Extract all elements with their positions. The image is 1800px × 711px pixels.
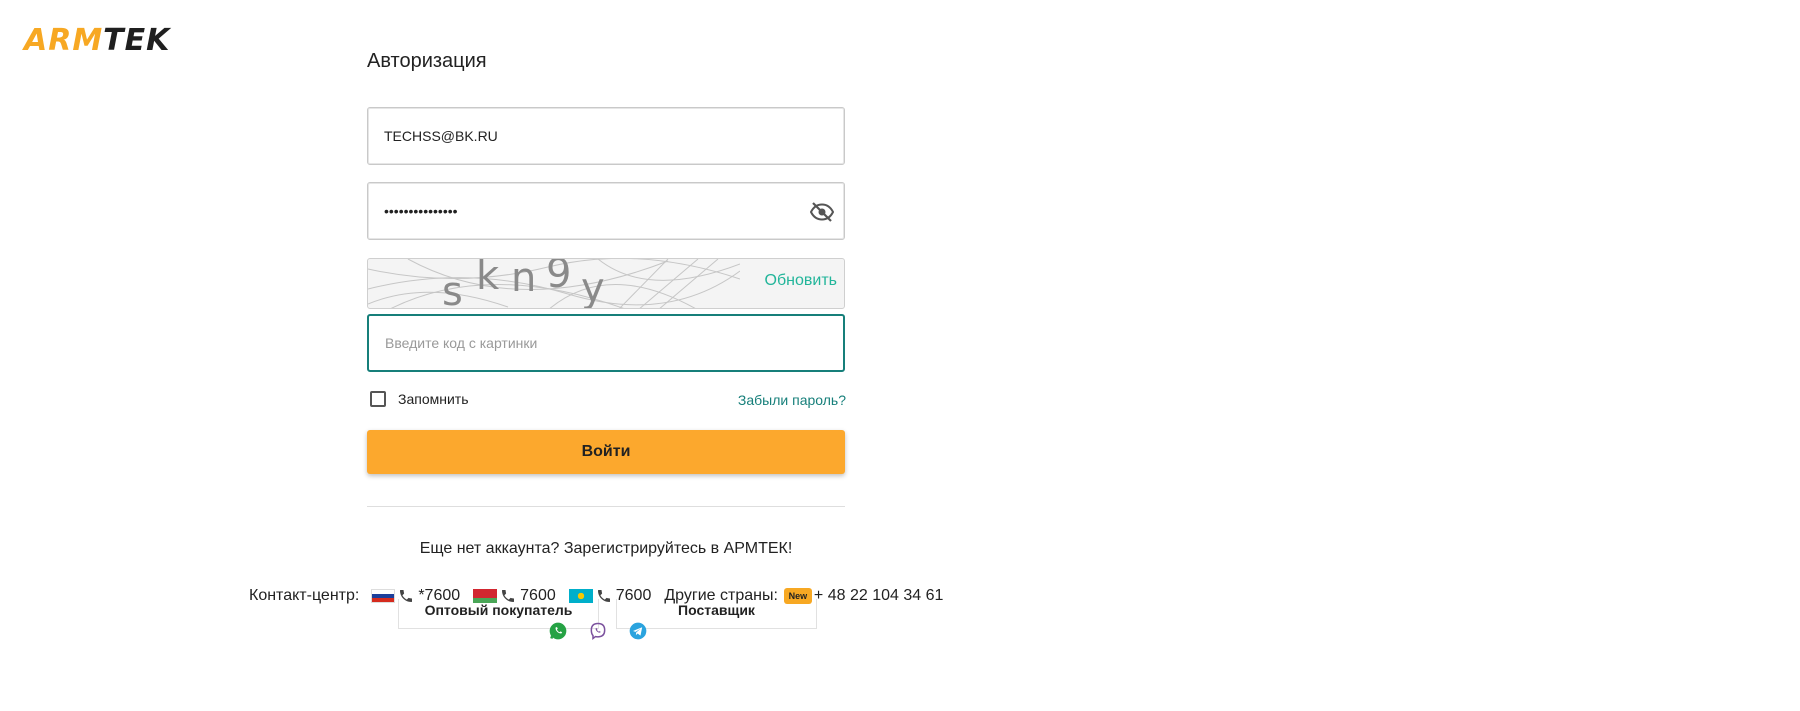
viber-icon[interactable] bbox=[588, 621, 608, 641]
telegram-icon[interactable] bbox=[628, 621, 648, 641]
whatsapp-icon[interactable] bbox=[548, 621, 568, 641]
russia-flag-icon bbox=[371, 589, 396, 603]
login-input[interactable] bbox=[384, 108, 804, 164]
svg-text:k: k bbox=[476, 259, 500, 299]
register-link[interactable]: Еще нет аккаунта? Зарегистрируйтесь в АР… bbox=[367, 540, 845, 558]
remember-label: Запомнить bbox=[398, 391, 469, 407]
captcha-image: s k n 9 y bbox=[368, 259, 740, 309]
page-title: Авторизация bbox=[367, 50, 487, 72]
captcha-box: s k n 9 y Обновить bbox=[367, 258, 845, 309]
logo-part-tek: TEK bbox=[103, 23, 171, 58]
captcha-code-input[interactable] bbox=[385, 316, 805, 370]
captcha-refresh-link[interactable]: Обновить bbox=[765, 272, 837, 290]
svg-text:n: n bbox=[511, 259, 536, 301]
login-button[interactable]: Войти bbox=[367, 430, 845, 474]
contact-label: Контакт-центр: bbox=[249, 587, 360, 604]
svg-text:s: s bbox=[442, 269, 463, 309]
svg-text:9: 9 bbox=[546, 259, 571, 297]
logo-part-arm: ARM bbox=[24, 23, 104, 58]
login-field[interactable] bbox=[367, 107, 845, 165]
divider bbox=[367, 506, 845, 507]
remember-checkbox[interactable] bbox=[370, 391, 386, 407]
armtek-logo[interactable]: ARMTEK bbox=[24, 26, 170, 56]
remember-me[interactable]: Запомнить bbox=[370, 391, 469, 407]
phone-international[interactable]: + 48 22 104 34 61 bbox=[814, 587, 943, 605]
forgot-password-link[interactable]: Забыли пароль? bbox=[738, 392, 846, 408]
captcha-code-field[interactable] bbox=[367, 314, 845, 372]
eye-off-icon[interactable] bbox=[810, 200, 834, 224]
password-field[interactable] bbox=[367, 182, 845, 240]
svg-text:y: y bbox=[581, 265, 605, 309]
messenger-links bbox=[548, 621, 648, 641]
password-input[interactable] bbox=[384, 183, 804, 239]
